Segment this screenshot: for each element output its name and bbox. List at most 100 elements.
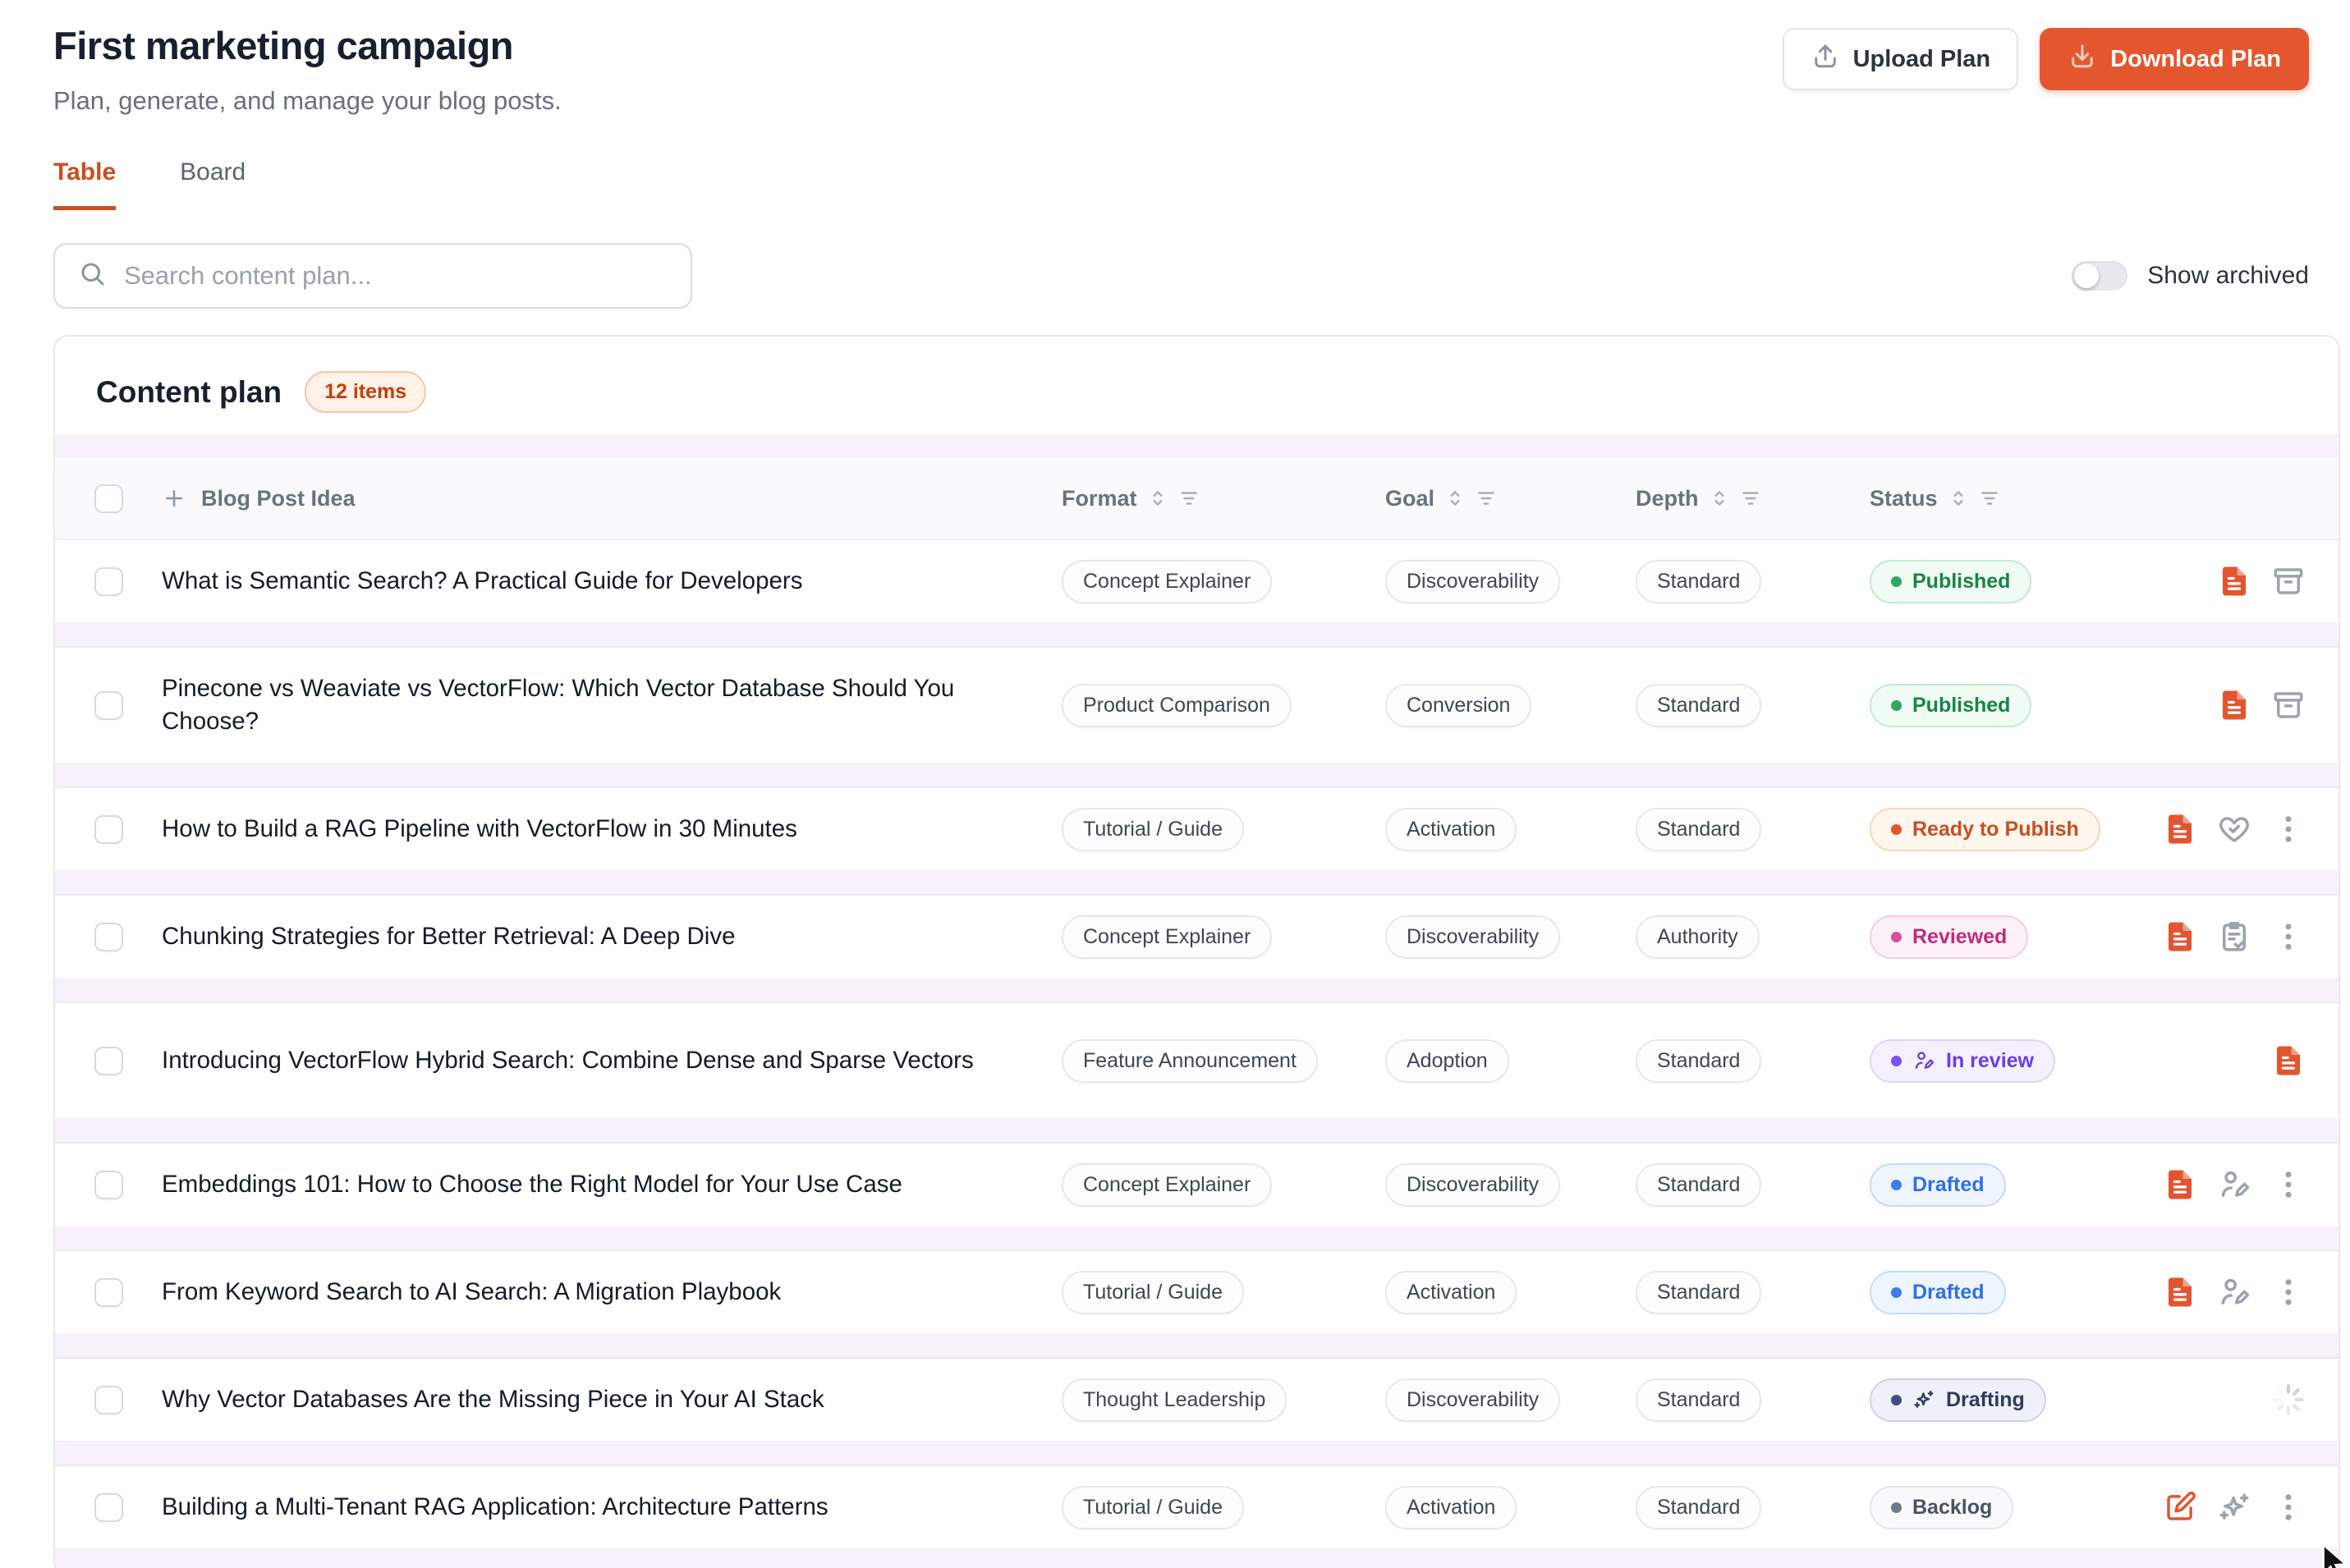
row-title[interactable]: What is Semantic Search? A Practical Gui… xyxy=(162,565,1062,598)
table-row-group: Building a Multi-Tenant RAG Application:… xyxy=(55,1466,2339,1568)
row-checkbox[interactable] xyxy=(94,815,123,844)
open-document-file-text-icon[interactable] xyxy=(2163,812,2197,846)
review-checklist-clipboard-check-icon[interactable] xyxy=(2217,919,2251,954)
filter-icon[interactable] xyxy=(1740,488,1761,509)
goal-badge[interactable]: Discoverability xyxy=(1385,1378,1560,1422)
show-archived-toggle[interactable] xyxy=(2072,261,2127,291)
download-plan-button[interactable]: Download Plan xyxy=(2040,28,2309,90)
row-title[interactable]: Chunking Strategies for Better Retrieval… xyxy=(162,920,1062,953)
tab-board[interactable]: Board xyxy=(180,158,246,210)
sort-icon[interactable] xyxy=(1147,488,1168,509)
filter-icon[interactable] xyxy=(1979,488,2000,509)
depth-badge[interactable]: Standard xyxy=(1636,1378,1761,1422)
content-planner-page: First marketing campaign Plan, generate,… xyxy=(0,0,2350,1568)
row-checkbox[interactable] xyxy=(94,691,123,720)
format-badge[interactable]: Concept Explainer xyxy=(1062,915,1272,959)
filter-icon[interactable] xyxy=(1476,488,1497,509)
archive-archive-icon[interactable] xyxy=(2271,688,2306,722)
format-badge[interactable]: Concept Explainer xyxy=(1062,1163,1272,1207)
row-menu-dots-menu-icon[interactable] xyxy=(2271,1167,2306,1202)
goal-badge[interactable]: Activation xyxy=(1385,1271,1517,1314)
sort-icon[interactable] xyxy=(1709,488,1730,509)
goal-badge[interactable]: Activation xyxy=(1385,1486,1517,1529)
column-label-depth: Depth xyxy=(1636,486,1699,511)
status-badge[interactable]: Drafted xyxy=(1870,1271,2006,1314)
row-checkbox[interactable] xyxy=(94,1386,123,1414)
status-badge[interactable]: Published xyxy=(1870,684,2031,727)
generate-draft-sparkles-icon[interactable] xyxy=(2217,1490,2251,1524)
approve-heart-check-icon[interactable] xyxy=(2217,812,2251,846)
status-badge[interactable]: Drafting xyxy=(1870,1378,2046,1422)
sort-icon[interactable] xyxy=(1948,488,1969,509)
edit-idea-edit-icon[interactable] xyxy=(2163,1490,2197,1524)
status-badge[interactable]: Drafted xyxy=(1870,1163,2006,1207)
generating-spinner-spinner-icon xyxy=(2271,1382,2306,1417)
format-badge[interactable]: Tutorial / Guide xyxy=(1062,1486,1244,1529)
table-controls: Show archived xyxy=(53,243,2350,309)
status-badge[interactable]: Ready to Publish xyxy=(1870,808,2100,851)
row-menu-dots-menu-icon[interactable] xyxy=(2271,1490,2306,1524)
search-input[interactable] xyxy=(124,261,668,291)
tab-table[interactable]: Table xyxy=(53,158,116,210)
depth-badge[interactable]: Authority xyxy=(1636,915,1760,959)
open-document-file-text-icon[interactable] xyxy=(2217,564,2251,598)
row-select-cell xyxy=(55,1278,162,1307)
row-checkbox[interactable] xyxy=(94,1278,123,1307)
download-icon xyxy=(2068,41,2097,77)
depth-badge[interactable]: Standard xyxy=(1636,808,1761,851)
row-title[interactable]: Pinecone vs Weaviate vs VectorFlow: Whic… xyxy=(162,672,1062,738)
goal-badge[interactable]: Discoverability xyxy=(1385,915,1560,959)
open-document-file-text-icon[interactable] xyxy=(2217,688,2251,722)
row-menu-dots-menu-icon[interactable] xyxy=(2271,1275,2306,1309)
row-title[interactable]: How to Build a RAG Pipeline with VectorF… xyxy=(162,813,1062,846)
row-title[interactable]: Building a Multi-Tenant RAG Application:… xyxy=(162,1491,1062,1524)
row-checkbox[interactable] xyxy=(94,1171,123,1199)
format-badge[interactable]: Thought Leadership xyxy=(1062,1378,1287,1422)
row-title[interactable]: Embeddings 101: How to Choose the Right … xyxy=(162,1168,1062,1201)
select-all-checkbox[interactable] xyxy=(94,484,123,513)
upload-plan-button[interactable]: Upload Plan xyxy=(1783,28,2019,90)
depth-badge[interactable]: Standard xyxy=(1636,560,1761,603)
open-document-file-text-icon[interactable] xyxy=(2163,1275,2197,1309)
row-checkbox[interactable] xyxy=(94,1047,123,1075)
depth-badge[interactable]: Standard xyxy=(1636,1486,1761,1529)
goal-badge[interactable]: Discoverability xyxy=(1385,560,1560,603)
depth-badge[interactable]: Standard xyxy=(1636,684,1761,727)
row-checkbox[interactable] xyxy=(94,567,123,596)
format-badge[interactable]: Tutorial / Guide xyxy=(1062,1271,1244,1314)
open-document-file-text-icon[interactable] xyxy=(2163,1167,2197,1202)
row-actions xyxy=(2182,1043,2339,1078)
format-badge[interactable]: Tutorial / Guide xyxy=(1062,808,1244,851)
row-menu-dots-menu-icon[interactable] xyxy=(2271,919,2306,954)
status-badge[interactable]: Reviewed xyxy=(1870,915,2028,959)
archive-archive-icon[interactable] xyxy=(2271,564,2306,598)
row-checkbox[interactable] xyxy=(94,1493,123,1522)
filter-icon[interactable] xyxy=(1178,488,1200,509)
format-badge[interactable]: Concept Explainer xyxy=(1062,560,1272,603)
format-badge[interactable]: Product Comparison xyxy=(1062,684,1292,727)
row-title[interactable]: Introducing VectorFlow Hybrid Search: Co… xyxy=(162,1044,1062,1077)
depth-badge[interactable]: Standard xyxy=(1636,1039,1761,1083)
format-badge[interactable]: Feature Announcement xyxy=(1062,1039,1318,1083)
depth-badge[interactable]: Standard xyxy=(1636,1271,1761,1314)
row-menu-dots-menu-icon[interactable] xyxy=(2271,812,2306,846)
goal-badge[interactable]: Conversion xyxy=(1385,684,1531,727)
goal-badge[interactable]: Activation xyxy=(1385,808,1517,851)
status-badge[interactable]: Backlog xyxy=(1870,1486,2013,1529)
assign-reviewer-user-edit-icon[interactable] xyxy=(2217,1167,2251,1202)
open-document-file-text-icon[interactable] xyxy=(2271,1043,2306,1078)
goal-badge[interactable]: Adoption xyxy=(1385,1039,1509,1083)
goal-cell: Discoverability xyxy=(1385,1378,1636,1422)
content-plan-card: Content plan 12 items Blog Post Idea For… xyxy=(53,335,2340,1568)
status-badge[interactable]: Published xyxy=(1870,560,2031,603)
row-title[interactable]: From Keyword Search to AI Search: A Migr… xyxy=(162,1276,1062,1309)
sort-icon[interactable] xyxy=(1444,488,1466,509)
row-title[interactable]: Why Vector Databases Are the Missing Pie… xyxy=(162,1383,1062,1416)
add-row-icon[interactable] xyxy=(162,486,186,511)
row-checkbox[interactable] xyxy=(94,923,123,951)
goal-badge[interactable]: Discoverability xyxy=(1385,1163,1560,1207)
open-document-file-text-icon[interactable] xyxy=(2163,919,2197,954)
depth-badge[interactable]: Standard xyxy=(1636,1163,1761,1207)
assign-reviewer-user-edit-icon[interactable] xyxy=(2217,1275,2251,1309)
status-badge[interactable]: In review xyxy=(1870,1039,2055,1083)
